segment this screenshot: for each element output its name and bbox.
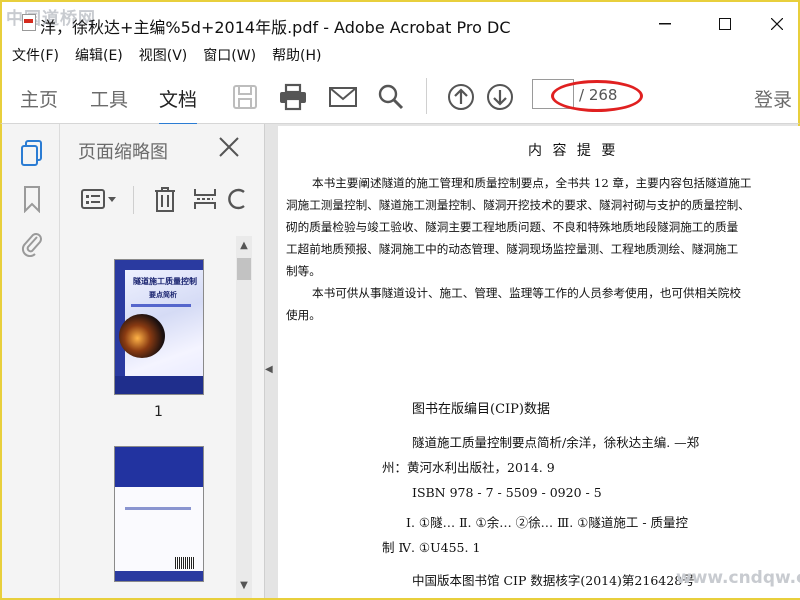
- menu-bar: 文件(F) 编辑(E) 视图(V) 窗口(W) 帮助(H): [0, 42, 800, 68]
- tab-home[interactable]: 主页: [20, 85, 58, 112]
- summary-line: 砌的质量检验与竣工验收、隧洞主要工程地质问题、不良和特殊地质地段隧洞施工的质量: [286, 220, 739, 234]
- bookmark-icon: [24, 186, 40, 213]
- menu-edit[interactable]: 编辑(E): [75, 42, 123, 68]
- page-thumbnails-button[interactable]: [18, 138, 46, 168]
- next-page-button[interactable]: [485, 82, 515, 112]
- cip-line: 隧道施工质量控制要点简析/余洋，徐秋达主编. —郑: [412, 435, 700, 450]
- page-thumbnail-2[interactable]: [114, 446, 204, 582]
- watermark-bottom: www.cndqw.com: [676, 568, 800, 588]
- menu-view[interactable]: 视图(V): [139, 42, 188, 68]
- page-thumbnails-icon: [21, 140, 42, 166]
- login-link[interactable]: 登录: [754, 85, 792, 112]
- print-button[interactable]: [278, 82, 308, 112]
- search-button[interactable]: [376, 82, 406, 112]
- collapse-panel-arrow[interactable]: ◀: [265, 364, 277, 380]
- save-button[interactable]: [230, 82, 260, 112]
- tab-tools[interactable]: 工具: [90, 85, 128, 112]
- menu-file[interactable]: 文件(F): [12, 42, 59, 68]
- maximize-icon: [719, 18, 731, 30]
- envelope-icon: [329, 87, 357, 107]
- options-menu-icon: [81, 189, 116, 209]
- thumbnail-page-label: 1: [154, 404, 163, 420]
- scroll-down-arrow[interactable]: ▼: [238, 580, 250, 594]
- window-title: 洋，徐秋达+主编%5d+2014年版.pdf - Adobe Acrobat P…: [40, 18, 511, 37]
- summary-line: 本书可供从事隧道设计、施工、管理、监理等工作的人员参考使用，也可供相关院校: [312, 286, 741, 300]
- printer-icon: [280, 83, 306, 111]
- panel-title: 页面缩略图: [78, 142, 168, 163]
- trash-icon: [155, 187, 175, 212]
- thumbnail-cover-title: 隧道施工质量控制: [133, 277, 197, 286]
- attachments-button[interactable]: [18, 228, 46, 258]
- insert-page-button[interactable]: [191, 184, 219, 214]
- title-bar: 中国道桥网 洋，徐秋达+主编%5d+2014年版.pdf - Adobe Acr…: [0, 0, 800, 42]
- minimize-icon: [659, 23, 671, 25]
- summary-line: 使用。: [286, 308, 321, 322]
- page-heading: 内 容 提 要: [528, 143, 619, 159]
- thumbnail-cover-subtitle: 要点简析: [149, 291, 177, 299]
- email-button[interactable]: [328, 82, 358, 112]
- arrow-down-circle-icon: [487, 84, 513, 110]
- summary-line: 洞施工测量控制、隧道施工测量控制、隧洞开挖技术的要求、隧洞衬砌与支护的质量控制、: [286, 198, 750, 212]
- paperclip-icon: [21, 233, 42, 257]
- summary-line: 本书主要阐述隧道的施工管理和质量控制要点，全书共 12 章，主要内容包括隧道施工: [312, 176, 752, 190]
- barcode-image: [175, 557, 195, 569]
- search-icon: [378, 84, 404, 110]
- toolbar: 主页 工具 文档: [0, 68, 800, 126]
- pdf-file-icon: [22, 14, 36, 31]
- bookmarks-button[interactable]: [18, 184, 46, 214]
- rotate-page-button[interactable]: [228, 184, 246, 214]
- delete-page-button[interactable]: [150, 184, 180, 214]
- page-thumbnails-panel: 页面缩略图 ▲ ▼ 隧道施工质量控制 要点简析 1: [60, 124, 265, 600]
- close-icon: [771, 18, 783, 30]
- maximize-button[interactable]: [702, 8, 748, 40]
- cip-line: 州：黄河水利出版社，2014. 9: [382, 460, 555, 475]
- left-navigation-rail: [0, 124, 60, 600]
- previous-page-button[interactable]: [446, 82, 476, 112]
- save-icon: [233, 85, 257, 109]
- menu-window[interactable]: 窗口(W): [203, 42, 256, 68]
- close-panel-button[interactable]: [216, 134, 242, 160]
- scroll-up-arrow[interactable]: ▲: [238, 240, 250, 254]
- cip-line: ISBN 978 - 7 - 5509 - 0920 - 5: [412, 485, 602, 500]
- cip-line: 制 Ⅳ. ①U455. 1: [382, 540, 481, 555]
- tab-document[interactable]: 文档: [159, 85, 198, 126]
- panel-toolbar-divider: [133, 186, 134, 214]
- toolbar-divider: [426, 78, 427, 114]
- summary-text: 本书主要阐述隧道的施工管理和质量控制要点，全书共 12 章，主要内容包括隧道施工…: [286, 172, 800, 326]
- menu-help[interactable]: 帮助(H): [272, 42, 321, 68]
- summary-line: 制等。: [286, 264, 321, 278]
- cip-record-number: 中国版本图书馆 CIP 数据核字(2014)第216428号: [412, 573, 695, 588]
- cover-tunnel-photo: [119, 314, 165, 358]
- cip-block: 隧道施工质量控制要点简析/余洋，徐秋达主编. —郑 州：黄河水利出版社，2014…: [382, 430, 800, 505]
- summary-line: 工超前地质预报、隧洞施工中的动态管理、隧洞现场监控量测、工程地质测绘、隧洞施工: [286, 242, 739, 256]
- thumbnail-options-dropdown[interactable]: [80, 184, 120, 214]
- rotate-icon: [228, 188, 245, 210]
- pdf-page: 内 容 提 要 本书主要阐述隧道的施工管理和质量控制要点，全书共 12 章，主要…: [278, 126, 800, 600]
- arrow-up-circle-icon: [448, 84, 474, 110]
- minimize-button[interactable]: [642, 8, 688, 40]
- highlight-oval-annotation: [551, 80, 643, 112]
- insert-page-icon: [194, 189, 216, 209]
- thumbnails-scrollbar[interactable]: ▲ ▼: [236, 236, 252, 598]
- page-thumbnail-1[interactable]: 隧道施工质量控制 要点简析: [114, 259, 204, 395]
- document-viewer[interactable]: ◀ 内 容 提 要 本书主要阐述隧道的施工管理和质量控制要点，全书共 12 章，…: [265, 124, 800, 600]
- cip-line: Ⅰ. ①隧… Ⅱ. ①余… ②徐… Ⅲ. ①隧道施工 - 质量控: [406, 515, 689, 530]
- scrollbar-thumb[interactable]: [237, 258, 251, 280]
- close-icon: [219, 137, 239, 157]
- cip-classification: Ⅰ. ①隧… Ⅱ. ①余… ②徐… Ⅲ. ①隧道施工 - 质量控 制 Ⅳ. ①U…: [382, 510, 800, 560]
- close-window-button[interactable]: [754, 8, 800, 40]
- cip-title: 图书在版编目(CIP)数据: [412, 402, 550, 417]
